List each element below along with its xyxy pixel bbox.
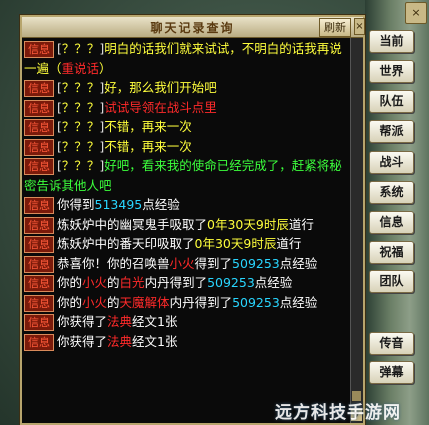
message-text: 点经验 (142, 197, 180, 212)
message-text: 炼妖炉中的番天印吸取了 (57, 236, 195, 251)
info-tag: 信息 (24, 236, 54, 253)
info-tag: 信息 (24, 333, 54, 351)
message-text: 白光 (119, 275, 145, 290)
message-text: 小火 (82, 294, 108, 310)
menu-button-6[interactable]: 系统 (369, 181, 414, 204)
message-text: 509253 (232, 255, 280, 271)
message-text: 0年30天9时辰 (194, 236, 277, 251)
info-tag: 信息 (24, 197, 54, 214)
message-text: 你的 (57, 275, 83, 290)
menu-button-10[interactable]: 传音 (369, 332, 414, 355)
message-text: 内丹得到了 (144, 275, 208, 290)
message-row: 信息 炼妖炉中的番天印吸取了0年30天9时辰道行 (24, 234, 349, 254)
message-text: 重说话 (61, 60, 100, 76)
message-row: 信息 你获得了法典经文1张 (24, 312, 349, 332)
menu-button-1[interactable]: 当前 (369, 30, 414, 53)
message-row: 信息 [？？？]不错，再来一次 (24, 137, 349, 157)
info-tag: 信息 (24, 80, 54, 97)
info-tag: 信息 (24, 314, 54, 331)
message-text: 小火 (82, 275, 108, 290)
message-row: 信息 [？？？]明白的话我们就来试试，不明白的话我再说一遍（重说话） (24, 39, 349, 78)
message-row: 信息 [？？？]好吧，看来我的使命已经完成了，赶紧将秘密告诉其他人吧 (24, 156, 349, 195)
watermark: 远方科技手游网 (275, 403, 401, 423)
title-bar[interactable]: 聊天记录查询 刷新 × (22, 17, 365, 38)
info-tag: 信息 (24, 158, 54, 175)
message-text: 点经验 (254, 275, 293, 290)
message-text: 好，那么我们开始吧 (104, 80, 217, 95)
message-row: 信息 炼妖炉中的幽冥鬼手吸取了0年30天9时辰道行 (24, 215, 349, 235)
message-text: 点经验 (279, 255, 318, 271)
message-row: 信息 [？？？]试试导领在战斗点里 (24, 98, 349, 118)
message-text: 得到了 (194, 255, 233, 271)
menu-button-9[interactable]: 团队 (369, 270, 414, 293)
message-text: 你的 (57, 294, 83, 310)
message-row: 信息 你的小火的白光内丹得到了509253点经验 (24, 273, 349, 293)
message-text: 道行 (276, 236, 302, 251)
info-tag: 信息 (24, 41, 54, 58)
message-row: 信息 你获得了法典经文1张 (24, 332, 349, 352)
message-text: 509253 (207, 275, 255, 290)
message-text: 炼妖炉中的幽冥鬼手吸取了 (57, 216, 208, 232)
message-text: 的 (107, 275, 120, 290)
message-text: 509253 (232, 294, 280, 310)
message-row: 信息 你得到513495点经验 (24, 195, 349, 215)
message-text: 不错，再来一次 (104, 119, 192, 134)
chat-history-window: 聊天记录查询 刷新 × 信息 [？？？]明白的话我们就来试试，不明白的话我再说一遍… (20, 15, 365, 425)
info-tag: 信息 (24, 99, 54, 117)
message-row: 信息 [？？？]好，那么我们开始吧 (24, 78, 349, 98)
menu-button-11[interactable]: 弹幕 (369, 361, 414, 384)
message-text: 试试导领在战斗点里 (104, 99, 217, 115)
message-text: 道行 (288, 216, 314, 232)
message-text: 你得到 (57, 197, 95, 212)
message-text: ？？？ (61, 41, 100, 56)
close-icon[interactable]: × (354, 18, 365, 35)
message-text: 的 (107, 294, 120, 310)
menu-button-4[interactable]: 帮派 (369, 120, 414, 143)
message-text: ） (99, 60, 112, 76)
message-text: ？？？ (61, 138, 100, 154)
menu-button-8[interactable]: 祝福 (369, 241, 414, 264)
menu-button-5[interactable]: 战斗 (369, 151, 414, 174)
message-text: 你获得了 (57, 333, 108, 349)
menu-button-3[interactable]: 队伍 (369, 90, 414, 113)
info-tag: 信息 (24, 294, 54, 312)
message-text: 法典 (107, 333, 133, 349)
message-text: 经文1张 (132, 333, 178, 349)
info-tag: 信息 (24, 138, 54, 156)
info-tag: 信息 (24, 216, 54, 234)
message-text: ？？？ (61, 119, 100, 134)
window-title: 聊天记录查询 (150, 21, 235, 35)
message-list: 信息 [？？？]明白的话我们就来试试，不明白的话我再说一遍（重说话） 信息 [？？？]… (24, 39, 349, 423)
message-text: ？？？ (61, 80, 100, 95)
menu-button-2[interactable]: 世界 (369, 60, 414, 83)
message-text: ？？？ (61, 158, 100, 173)
message-text: 513495 (94, 197, 143, 212)
message-text: ？？？ (61, 99, 100, 115)
refresh-button[interactable]: 刷新 (319, 18, 351, 37)
info-tag: 信息 (24, 119, 54, 136)
message-text: 经文1张 (132, 314, 178, 329)
message-row: 信息 你的小火的天魔解体内丹得到了509253点经验 (24, 293, 349, 313)
message-text: 小火 (169, 255, 195, 271)
scrollbar[interactable]: ▼ (350, 38, 363, 423)
message-text: 法典 (107, 314, 133, 329)
message-text: 天魔解体 (119, 294, 170, 310)
message-text: 点经验 (279, 294, 318, 310)
message-row: 信息 恭喜你！你的召唤兽小火得到了509253点经验 (24, 254, 349, 274)
message-text: 不错，再来一次 (104, 138, 192, 154)
info-tag: 信息 (24, 275, 54, 292)
close-icon[interactable]: × (405, 2, 427, 24)
message-text: 你获得了 (57, 314, 108, 329)
message-text: 恭喜你！你的召唤兽 (57, 255, 170, 271)
message-row: 信息 [？？？]不错，再来一次 (24, 117, 349, 137)
menu-button-7[interactable]: 信息 (369, 211, 414, 234)
message-text: 0年30天9时辰 (207, 216, 289, 232)
info-tag: 信息 (24, 255, 54, 273)
message-text: 内丹得到了 (169, 294, 233, 310)
